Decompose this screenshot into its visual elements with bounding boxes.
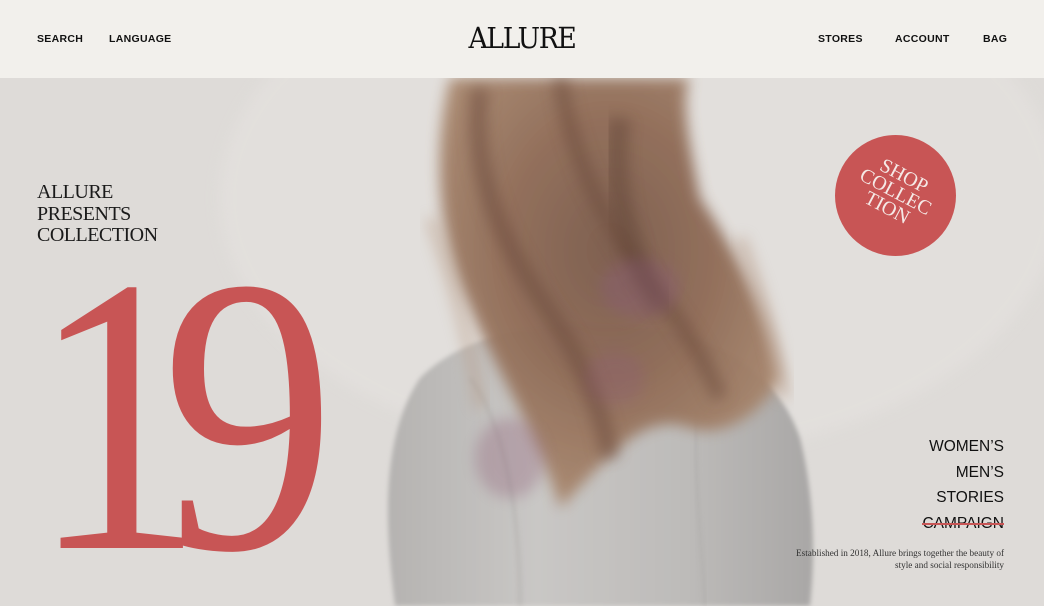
- menu-item-mens[interactable]: MEN’S: [922, 460, 1004, 486]
- account-link[interactable]: ACCOUNT: [895, 33, 950, 45]
- bag-link[interactable]: BAG: [983, 33, 1007, 45]
- shop-collection-button[interactable]: SHOP COLLEC TION: [835, 135, 956, 256]
- brand-tagline: Established in 2018, Allure brings toget…: [796, 548, 1004, 570]
- collection-number: 19: [30, 197, 335, 606]
- menu-item-womens[interactable]: WOMEN’S: [922, 434, 1004, 460]
- stores-link[interactable]: STORES: [818, 33, 863, 45]
- hero-section: ALLURE PRESENTS COLLECTION 19 SHOP COLLE…: [0, 78, 1044, 606]
- menu-item-stories[interactable]: STORIES: [922, 485, 1004, 511]
- site-header: SEARCH LANGUAGE ALLURE STORES ACCOUNT BA…: [0, 0, 1044, 78]
- menu-item-campaign[interactable]: CAMPAIGN: [922, 511, 1004, 537]
- category-menu: WOMEN’S MEN’S STORIES CAMPAIGN: [922, 434, 1004, 536]
